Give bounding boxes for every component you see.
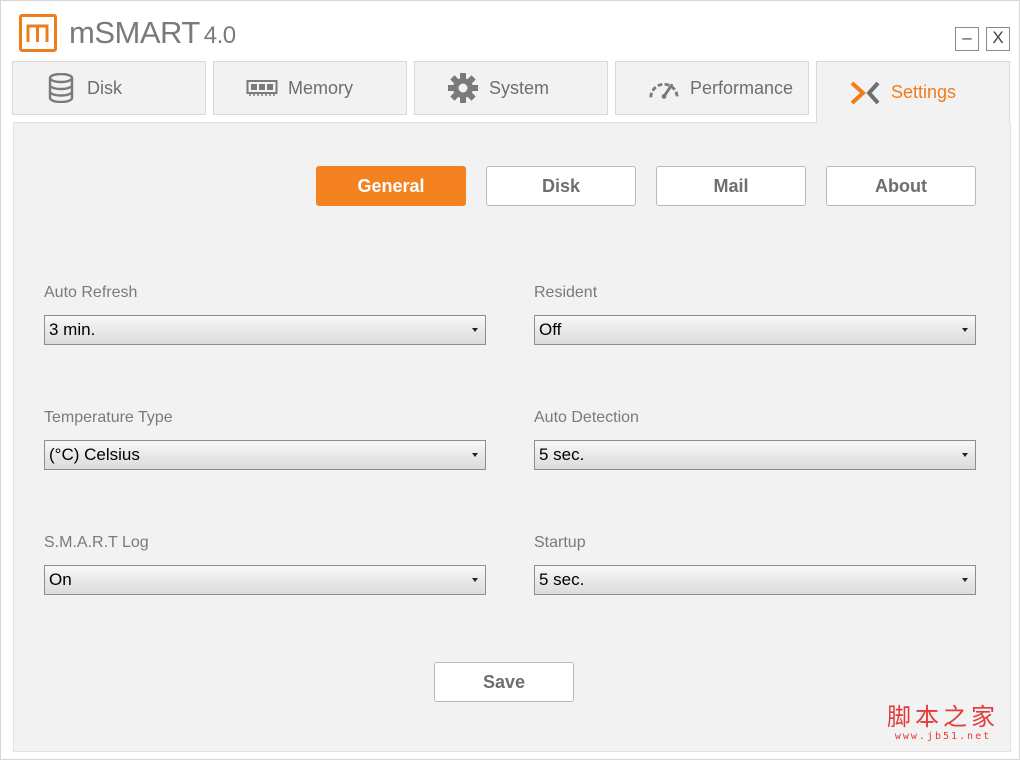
tab-disk[interactable]: Disk <box>12 61 206 115</box>
save-button[interactable]: Save <box>434 662 574 702</box>
tab-system[interactable]: System <box>414 61 608 115</box>
startup-label: Startup <box>534 534 586 551</box>
settings-panel <box>13 122 1011 752</box>
tab-performance[interactable]: Performance <box>615 61 809 115</box>
auto-detection-value: 5 sec. <box>539 445 585 464</box>
watermark-text: 脚本之家 <box>887 703 999 731</box>
chevron-down-icon <box>962 328 968 332</box>
watermark-url: www.jb51.net <box>894 731 992 742</box>
memory-chip-icon <box>246 72 278 104</box>
speedometer-icon <box>648 72 680 104</box>
watermark: 脚本之家 www.jb51.net <box>883 703 1003 742</box>
app-version: 4.0 <box>203 22 236 49</box>
chevron-down-icon <box>472 328 478 332</box>
tab-memory-label: Memory <box>288 77 354 98</box>
settings-x-icon <box>849 77 881 109</box>
temperature-type-label: Temperature Type <box>44 409 173 426</box>
chevron-down-icon <box>962 578 968 582</box>
startup-value: 5 sec. <box>539 570 585 589</box>
tab-disk-label: Disk <box>87 77 122 98</box>
subtab-about[interactable]: About <box>826 166 976 206</box>
tab-settings[interactable]: Settings <box>816 61 1010 123</box>
auto-detection-select[interactable]: 5 sec. <box>534 440 976 470</box>
resident-label: Resident <box>534 284 598 301</box>
startup-select[interactable]: 5 sec. <box>534 565 976 595</box>
tab-system-label: System <box>489 77 550 98</box>
chevron-down-icon <box>472 453 478 457</box>
subtab-disk[interactable]: Disk <box>486 166 636 206</box>
database-icon <box>45 72 77 104</box>
chevron-down-icon <box>472 578 478 582</box>
smart-log-value: On <box>49 570 72 589</box>
auto-detection-label: Auto Detection <box>534 409 639 426</box>
app-logo-icon <box>19 14 57 52</box>
resident-value: Off <box>539 320 562 339</box>
temperature-type-value: (°C) Celsius <box>49 445 140 464</box>
auto-refresh-select[interactable]: 3 min. <box>44 315 486 345</box>
minimize-button[interactable]: – <box>955 27 979 51</box>
resident-select[interactable]: Off <box>534 315 976 345</box>
gear-icon <box>447 72 479 104</box>
tab-settings-label: Settings <box>891 82 957 102</box>
temperature-type-select[interactable]: (°C) Celsius <box>44 440 486 470</box>
app-window: mSMART 4.0 – X Disk Memory System Perfor… <box>0 0 1020 760</box>
auto-refresh-label: Auto Refresh <box>44 284 138 301</box>
subtab-mail[interactable]: Mail <box>656 166 806 206</box>
smart-log-select[interactable]: On <box>44 565 486 595</box>
close-button[interactable]: X <box>986 27 1010 51</box>
auto-refresh-value: 3 min. <box>49 320 96 339</box>
subtab-general[interactable]: General <box>316 166 466 206</box>
chevron-down-icon <box>962 453 968 457</box>
app-title-text: mSMART <box>69 15 200 50</box>
tab-performance-label: Performance <box>690 77 794 98</box>
smart-log-label: S.M.A.R.T Log <box>44 534 149 551</box>
app-title: mSMART 4.0 <box>69 15 236 51</box>
tab-memory[interactable]: Memory <box>213 61 407 115</box>
